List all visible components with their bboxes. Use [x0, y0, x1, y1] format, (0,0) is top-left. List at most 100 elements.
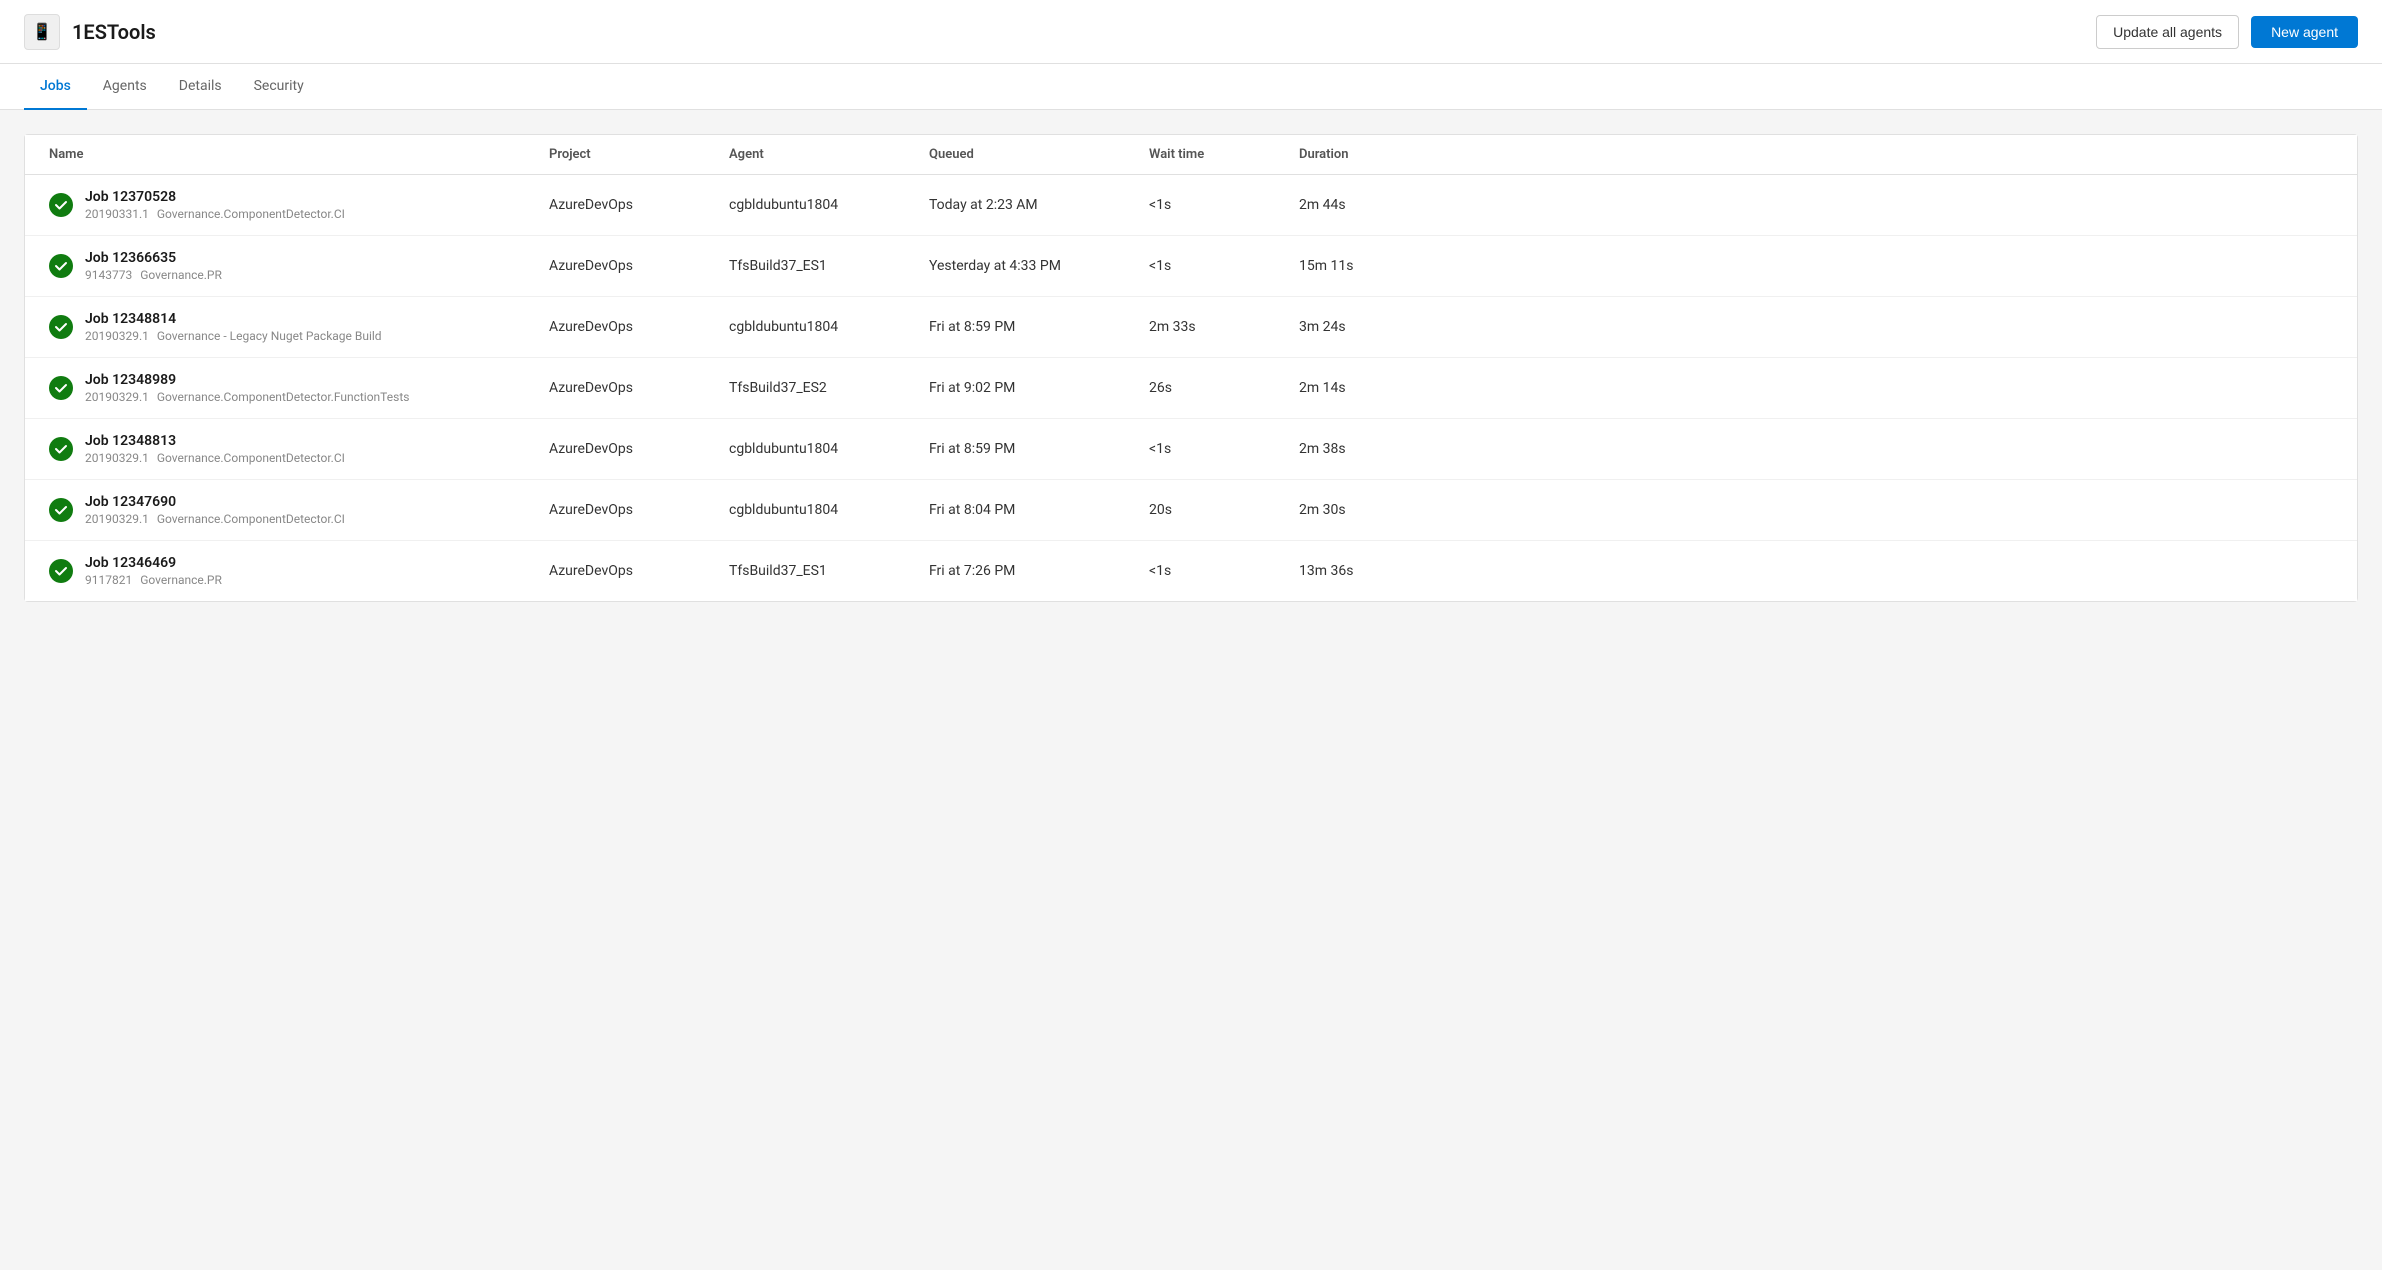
job-meta: 20190331.1 Governance.ComponentDetector.… — [85, 207, 345, 221]
job-meta: 20190329.1 Governance - Legacy Nuget Pac… — [85, 329, 382, 343]
table-row[interactable]: Job 12366635 9143773 Governance.PR Azure… — [25, 236, 2357, 297]
job-cell: Job 12346469 9117821 Governance.PR — [49, 555, 549, 587]
job-meta: 9143773 Governance.PR — [85, 268, 222, 282]
table-row[interactable]: Job 12348989 20190329.1 Governance.Compo… — [25, 358, 2357, 419]
job-project: AzureDevOps — [549, 502, 729, 518]
tab-security[interactable]: Security — [238, 64, 320, 110]
job-id: 20190329.1 — [85, 390, 149, 404]
job-project: AzureDevOps — [549, 380, 729, 396]
job-duration: 15m 11s — [1299, 258, 1449, 274]
job-name: Job 12348814 — [85, 311, 382, 327]
job-info: Job 12370528 20190331.1 Governance.Compo… — [85, 189, 345, 221]
job-queued: Today at 2:23 AM — [929, 197, 1149, 213]
job-wait-time: 2m 33s — [1149, 319, 1299, 335]
job-info: Job 12348813 20190329.1 Governance.Compo… — [85, 433, 345, 465]
job-meta: 20190329.1 Governance.ComponentDetector.… — [85, 512, 345, 526]
nav-tabs: Jobs Agents Details Security — [0, 64, 2382, 110]
job-id: 20190331.1 — [85, 207, 149, 221]
job-id: 20190329.1 — [85, 451, 149, 465]
col-header-agent: Agent — [729, 147, 929, 162]
job-name: Job 12370528 — [85, 189, 345, 205]
job-info: Job 12348989 20190329.1 Governance.Compo… — [85, 372, 409, 404]
job-agent: cgbldubuntu1804 — [729, 441, 929, 457]
job-pipeline: Governance.ComponentDetector.CI — [157, 512, 345, 526]
job-agent: cgbldubuntu1804 — [729, 502, 929, 518]
status-success-icon — [49, 315, 73, 339]
header-left: 📱 1ESTools — [24, 14, 156, 50]
job-cell: Job 12347690 20190329.1 Governance.Compo… — [49, 494, 549, 526]
status-success-icon — [49, 498, 73, 522]
job-wait-time: <1s — [1149, 563, 1299, 579]
job-name: Job 12348813 — [85, 433, 345, 449]
job-id: 9117821 — [85, 573, 132, 587]
job-pipeline: Governance.ComponentDetector.CI — [157, 451, 345, 465]
job-queued: Fri at 9:02 PM — [929, 380, 1149, 396]
job-duration: 2m 14s — [1299, 380, 1449, 396]
status-success-icon — [49, 254, 73, 278]
job-id: 20190329.1 — [85, 329, 149, 343]
job-project: AzureDevOps — [549, 319, 729, 335]
tab-jobs[interactable]: Jobs — [24, 64, 87, 110]
job-queued: Fri at 8:59 PM — [929, 441, 1149, 457]
job-queued: Yesterday at 4:33 PM — [929, 258, 1149, 274]
table-body: Job 12370528 20190331.1 Governance.Compo… — [25, 175, 2357, 601]
table-row[interactable]: Job 12348814 20190329.1 Governance - Leg… — [25, 297, 2357, 358]
job-id: 20190329.1 — [85, 512, 149, 526]
job-cell: Job 12348813 20190329.1 Governance.Compo… — [49, 433, 549, 465]
job-agent: TfsBuild37_ES1 — [729, 563, 929, 579]
job-info: Job 12366635 9143773 Governance.PR — [85, 250, 222, 282]
job-agent: cgbldubuntu1804 — [729, 197, 929, 213]
job-id: 9143773 — [85, 268, 132, 282]
job-project: AzureDevOps — [549, 563, 729, 579]
job-name: Job 12366635 — [85, 250, 222, 266]
tab-agents[interactable]: Agents — [87, 64, 163, 110]
job-wait-time: <1s — [1149, 197, 1299, 213]
status-success-icon — [49, 437, 73, 461]
table-row[interactable]: Job 12346469 9117821 Governance.PR Azure… — [25, 541, 2357, 601]
job-project: AzureDevOps — [549, 197, 729, 213]
job-name: Job 12346469 — [85, 555, 222, 571]
col-header-name: Name — [49, 147, 549, 162]
job-pipeline: Governance.PR — [140, 573, 222, 587]
col-header-wait-time: Wait time — [1149, 147, 1299, 162]
job-cell: Job 12348989 20190329.1 Governance.Compo… — [49, 372, 549, 404]
job-pipeline: Governance.ComponentDetector.FunctionTes… — [157, 390, 410, 404]
app-header: 📱 1ESTools Update all agents New agent — [0, 0, 2382, 64]
tab-details[interactable]: Details — [163, 64, 238, 110]
job-wait-time: <1s — [1149, 258, 1299, 274]
job-queued: Fri at 7:26 PM — [929, 563, 1149, 579]
app-title: 1ESTools — [72, 20, 156, 44]
job-duration: 3m 24s — [1299, 319, 1449, 335]
status-success-icon — [49, 193, 73, 217]
job-duration: 2m 30s — [1299, 502, 1449, 518]
job-info: Job 12346469 9117821 Governance.PR — [85, 555, 222, 587]
status-success-icon — [49, 376, 73, 400]
update-all-agents-button[interactable]: Update all agents — [2096, 15, 2239, 49]
table-header: Name Project Agent Queued Wait time Dura… — [25, 135, 2357, 175]
job-project: AzureDevOps — [549, 441, 729, 457]
job-queued: Fri at 8:59 PM — [929, 319, 1149, 335]
job-pipeline: Governance - Legacy Nuget Package Build — [157, 329, 382, 343]
new-agent-button[interactable]: New agent — [2251, 16, 2358, 48]
status-success-icon — [49, 559, 73, 583]
job-meta: 9117821 Governance.PR — [85, 573, 222, 587]
table-row[interactable]: Job 12370528 20190331.1 Governance.Compo… — [25, 175, 2357, 236]
jobs-table: Name Project Agent Queued Wait time Dura… — [24, 134, 2358, 602]
table-row[interactable]: Job 12347690 20190329.1 Governance.Compo… — [25, 480, 2357, 541]
col-header-project: Project — [549, 147, 729, 162]
job-queued: Fri at 8:04 PM — [929, 502, 1149, 518]
job-pipeline: Governance.PR — [140, 268, 222, 282]
job-duration: 2m 44s — [1299, 197, 1449, 213]
job-cell: Job 12348814 20190329.1 Governance - Leg… — [49, 311, 549, 343]
app-icon: 📱 — [24, 14, 60, 50]
job-meta: 20190329.1 Governance.ComponentDetector.… — [85, 451, 345, 465]
job-cell: Job 12370528 20190331.1 Governance.Compo… — [49, 189, 549, 221]
job-agent: cgbldubuntu1804 — [729, 319, 929, 335]
job-info: Job 12348814 20190329.1 Governance - Leg… — [85, 311, 382, 343]
header-actions: Update all agents New agent — [2096, 15, 2358, 49]
job-meta: 20190329.1 Governance.ComponentDetector.… — [85, 390, 409, 404]
table-row[interactable]: Job 12348813 20190329.1 Governance.Compo… — [25, 419, 2357, 480]
main-content: Name Project Agent Queued Wait time Dura… — [0, 110, 2382, 1260]
job-duration: 13m 36s — [1299, 563, 1449, 579]
job-info: Job 12347690 20190329.1 Governance.Compo… — [85, 494, 345, 526]
